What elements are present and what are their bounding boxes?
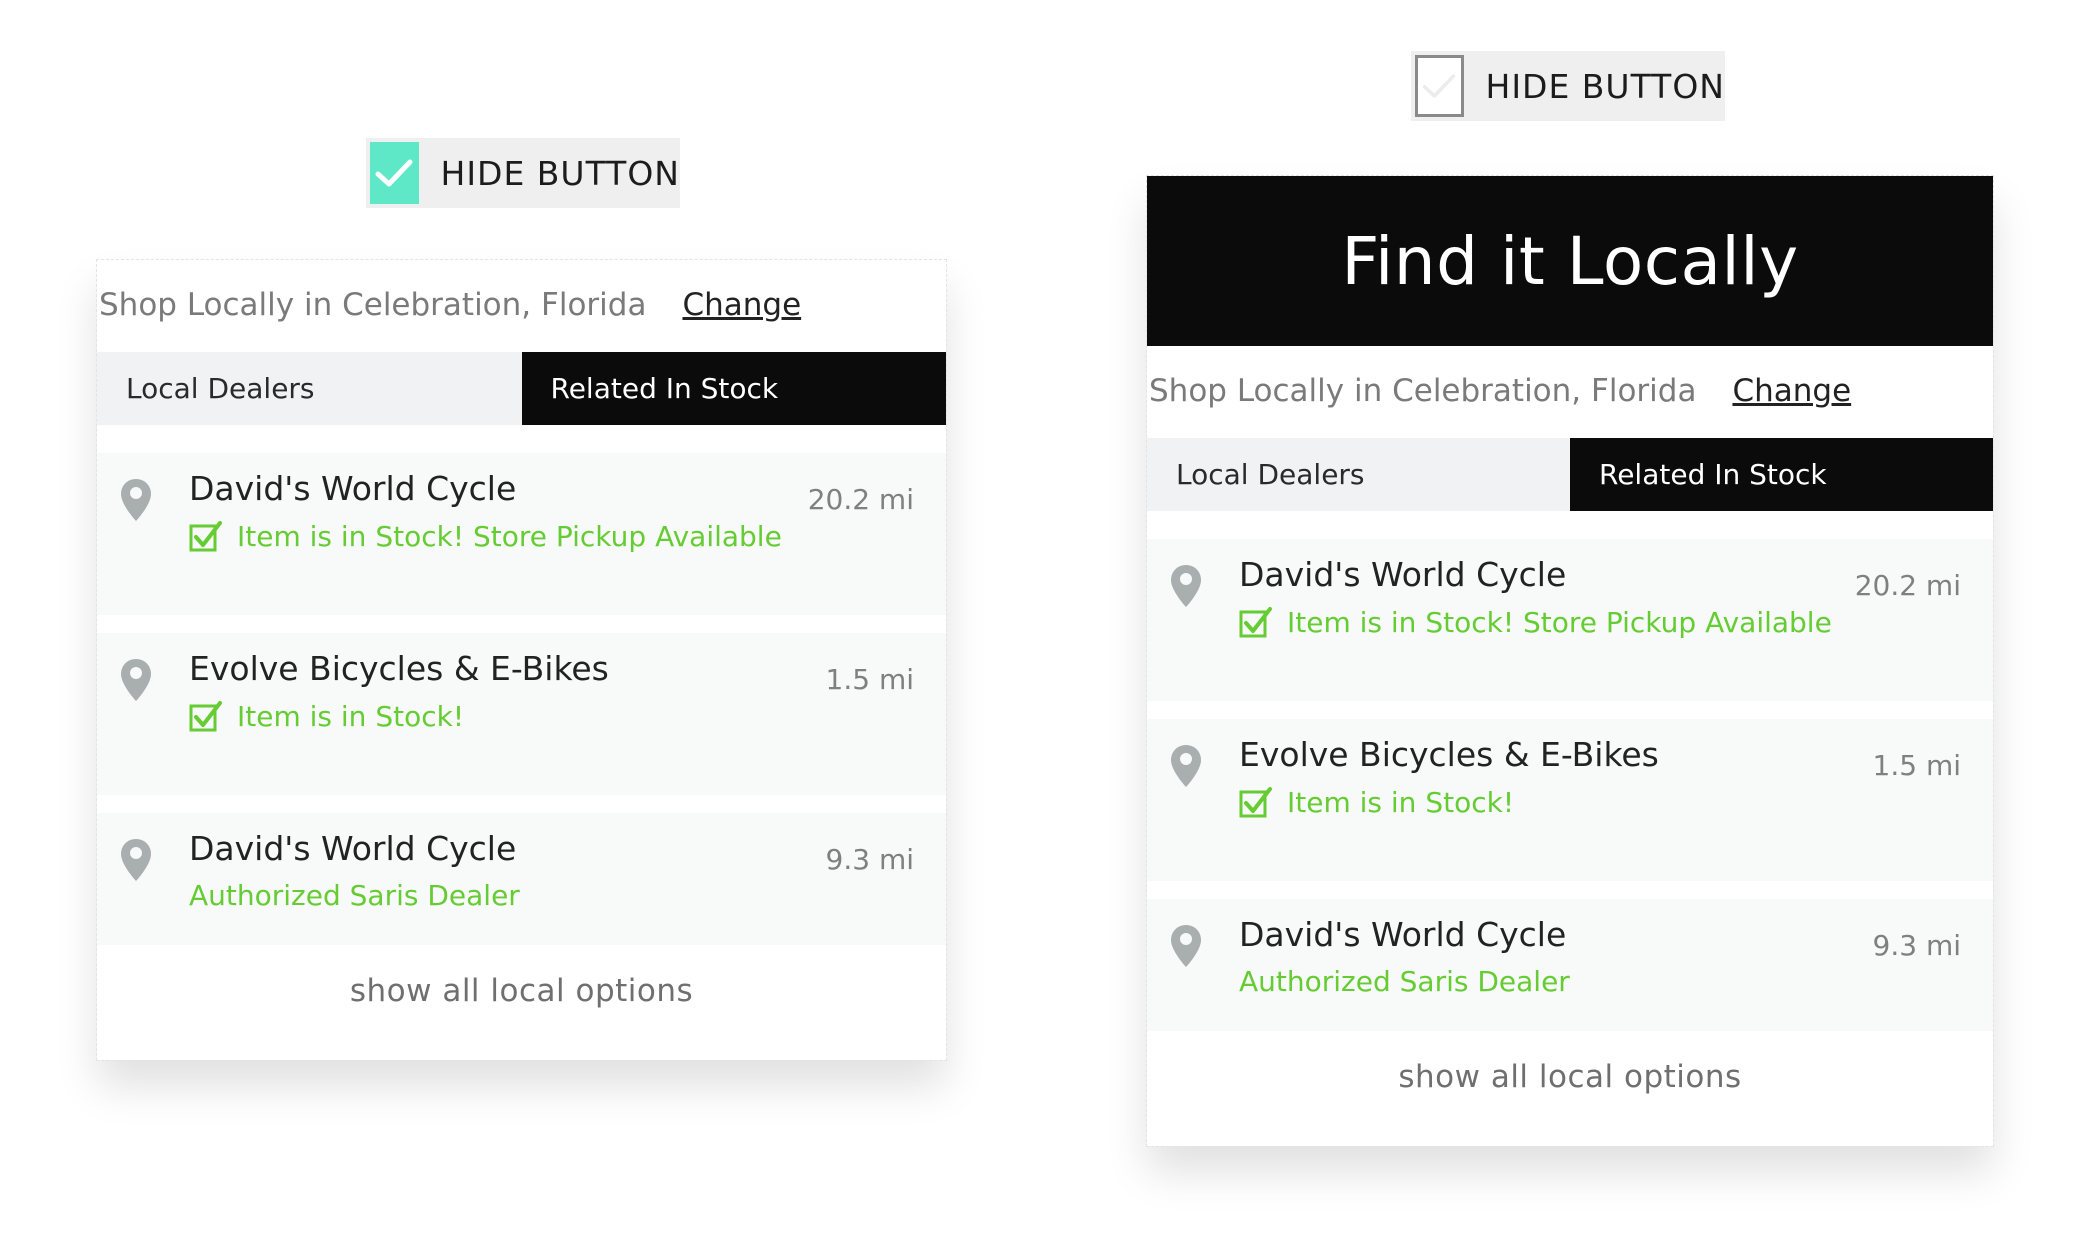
dealer-distance: 20.2 mi — [807, 483, 914, 516]
show-all-local-options-link[interactable]: show all local options — [1147, 1059, 1993, 1095]
tab-local-dealers[interactable]: Local Dealers — [97, 352, 522, 425]
left-variant: HIDE BUTTON Shop Locally in Celebration,… — [0, 0, 1040, 1257]
dealer-distance: 20.2 mi — [1854, 569, 1961, 602]
hide-button-label: HIDE BUTTON — [440, 153, 680, 193]
dealer-list: David's World Cycle 20.2 mi Item is in S… — [1147, 539, 1993, 1031]
hide-button-toggle[interactable]: HIDE BUTTON — [366, 138, 680, 208]
location-row: Shop Locally in Celebration, Florida Cha… — [97, 260, 946, 350]
stock-status: Item is in Stock! Store Pickup Available — [1239, 605, 1832, 639]
location-row: Shop Locally in Celebration, Florida Cha… — [1147, 346, 1993, 436]
dealer-name: Evolve Bicycles & E-Bikes — [1239, 735, 1659, 774]
check-icon — [1239, 785, 1273, 819]
dealer-status: Authorized Saris Dealer — [189, 879, 520, 912]
dealer-distance: 9.3 mi — [1872, 929, 1961, 962]
checkmark-icon — [375, 159, 413, 187]
dealer-name: David's World Cycle — [1239, 555, 1567, 594]
dealer-item[interactable]: Evolve Bicycles & E-Bikes 1.5 mi Item is… — [1147, 719, 1993, 881]
find-it-locally-button[interactable]: Find it Locally — [1147, 176, 1993, 346]
stock-status: Item is in Stock! — [1239, 785, 1514, 819]
dealer-list: David's World Cycle 20.2 mi Item is in S… — [97, 453, 946, 945]
location-text: Shop Locally in Celebration, Florida — [1149, 373, 1697, 409]
show-all-local-options-link[interactable]: show all local options — [97, 973, 946, 1009]
stock-status-text: Item is in Stock! — [237, 699, 465, 733]
dealer-item[interactable]: David's World Cycle 20.2 mi Item is in S… — [1147, 539, 1993, 701]
stock-status-text: Item is in Stock! Store Pickup Available — [1287, 605, 1832, 639]
right-variant: HIDE BUTTON Find it Locally Shop Locally… — [1040, 0, 2084, 1257]
check-icon — [189, 699, 223, 733]
dealer-distance: 1.5 mi — [825, 663, 914, 696]
map-pin-icon — [1171, 925, 1201, 967]
change-location-link[interactable]: Change — [1732, 373, 1851, 409]
hide-button-checkbox[interactable] — [1415, 55, 1464, 117]
dealer-name: Evolve Bicycles & E-Bikes — [189, 649, 609, 688]
map-pin-icon — [1171, 565, 1201, 607]
tab-related-in-stock[interactable]: Related In Stock — [521, 352, 946, 425]
dealer-tabs: Local Dealers Related In Stock — [97, 352, 946, 425]
location-text: Shop Locally in Celebration, Florida — [99, 287, 647, 323]
dealer-tabs: Local Dealers Related In Stock — [1147, 438, 1993, 511]
stock-status-text: Item is in Stock! Store Pickup Available — [237, 519, 782, 553]
dealer-status-text: Authorized Saris Dealer — [1239, 965, 1570, 998]
dealer-item[interactable]: Evolve Bicycles & E-Bikes 1.5 mi Item is… — [97, 633, 946, 795]
stock-status: Item is in Stock! — [189, 699, 464, 733]
checkmark-icon — [1423, 74, 1456, 98]
dealer-distance: 1.5 mi — [1872, 749, 1961, 782]
dealer-status-text: Authorized Saris Dealer — [189, 879, 520, 912]
hide-button-label: HIDE BUTTON — [1485, 66, 1725, 106]
dealer-item[interactable]: David's World Cycle 9.3 mi Authorized Sa… — [97, 813, 946, 945]
map-pin-icon — [121, 839, 151, 881]
map-pin-icon — [1171, 745, 1201, 787]
map-pin-icon — [121, 659, 151, 701]
hide-button-checkbox[interactable] — [370, 142, 419, 204]
tab-related-in-stock[interactable]: Related In Stock — [1570, 438, 1993, 511]
map-pin-icon — [121, 479, 151, 521]
check-icon — [1239, 605, 1273, 639]
dealer-distance: 9.3 mi — [825, 843, 914, 876]
dealer-name: David's World Cycle — [1239, 915, 1567, 954]
find-locally-widget: Shop Locally in Celebration, Florida Cha… — [96, 259, 947, 1061]
stock-status-text: Item is in Stock! — [1287, 785, 1515, 819]
check-icon — [189, 519, 223, 553]
find-locally-widget: Find it Locally Shop Locally in Celebrat… — [1146, 175, 1994, 1147]
dealer-item[interactable]: David's World Cycle 9.3 mi Authorized Sa… — [1147, 899, 1993, 1031]
tab-local-dealers[interactable]: Local Dealers — [1147, 438, 1570, 511]
change-location-link[interactable]: Change — [682, 287, 801, 323]
dealer-name: David's World Cycle — [189, 469, 517, 508]
hide-button-toggle[interactable]: HIDE BUTTON — [1411, 51, 1725, 121]
dealer-status: Authorized Saris Dealer — [1239, 965, 1570, 998]
dealer-name: David's World Cycle — [189, 829, 517, 868]
stock-status: Item is in Stock! Store Pickup Available — [189, 519, 782, 553]
dealer-item[interactable]: David's World Cycle 20.2 mi Item is in S… — [97, 453, 946, 615]
